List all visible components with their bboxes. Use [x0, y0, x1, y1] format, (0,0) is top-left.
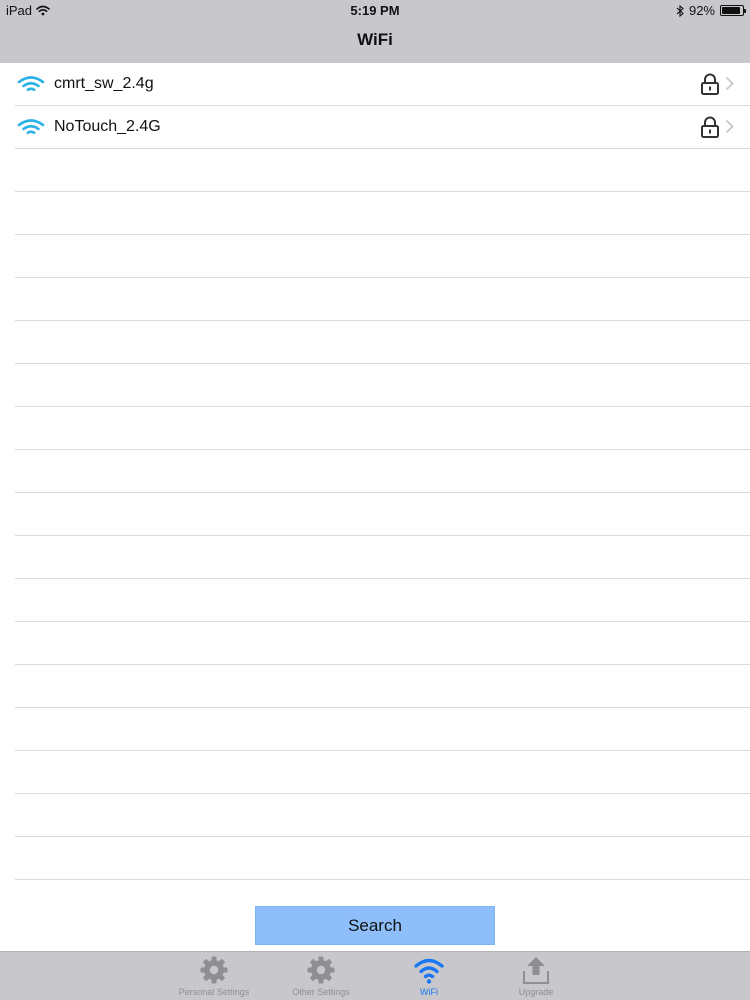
- tab-other-settings[interactable]: Other Settings: [271, 952, 371, 1000]
- empty-row: [15, 192, 750, 235]
- empty-row: [15, 751, 750, 794]
- tab-label: Other Settings: [292, 987, 350, 997]
- gear-icon: [307, 956, 335, 984]
- tab-upgrade[interactable]: Upgrade: [486, 952, 586, 1000]
- empty-row: [15, 450, 750, 493]
- empty-row: [15, 579, 750, 622]
- tab-personal-settings[interactable]: Personal Settings: [164, 952, 264, 1000]
- network-list: cmrt_sw_2.4g NoTouch_2.4G: [0, 63, 750, 880]
- chevron-right-icon: [725, 119, 734, 134]
- network-name: NoTouch_2.4G: [54, 118, 161, 135]
- empty-row: [15, 794, 750, 837]
- empty-rows: [0, 149, 750, 880]
- wifi-icon: [414, 958, 444, 984]
- empty-row: [15, 536, 750, 579]
- tab-label: Personal Settings: [178, 987, 250, 997]
- gear-icon: [200, 956, 228, 984]
- upload-icon: [523, 957, 549, 984]
- chevron-right-icon: [725, 76, 734, 91]
- wifi-screen: iPad 5:19 PM 92% WiFi cmrt_sw_2.4g NoTou…: [0, 0, 750, 1000]
- network-name: cmrt_sw_2.4g: [54, 75, 154, 92]
- battery-percent: 92%: [688, 3, 715, 18]
- header: iPad 5:19 PM 92% WiFi: [0, 0, 750, 63]
- lock-icon: [701, 73, 719, 95]
- network-row[interactable]: cmrt_sw_2.4g: [15, 63, 750, 106]
- tab-wifi[interactable]: WiFi: [379, 952, 479, 1000]
- empty-row: [15, 235, 750, 278]
- bluetooth-icon: [676, 4, 684, 17]
- empty-row: [15, 364, 750, 407]
- empty-row: [15, 622, 750, 665]
- wifi-icon: [17, 76, 45, 92]
- empty-row: [15, 278, 750, 321]
- empty-row: [15, 837, 750, 880]
- empty-row: [15, 708, 750, 751]
- battery-icon: [720, 5, 746, 16]
- battery-level: [722, 7, 741, 14]
- empty-row: [15, 321, 750, 364]
- status-bar: iPad 5:19 PM 92%: [0, 0, 750, 22]
- search-button[interactable]: Search: [255, 906, 495, 945]
- lock-icon: [701, 116, 719, 138]
- tab-bar: Personal Settings Other Settings WiFi Up…: [0, 951, 750, 1000]
- empty-row: [15, 493, 750, 536]
- wifi-icon: [17, 119, 45, 135]
- empty-row: [15, 407, 750, 450]
- tab-label: WiFi: [420, 987, 438, 997]
- empty-row: [15, 665, 750, 708]
- status-right: 92%: [676, 3, 746, 18]
- tab-label: Upgrade: [518, 987, 554, 997]
- empty-row: [15, 149, 750, 192]
- page-title: WiFi: [357, 30, 393, 49]
- network-row[interactable]: NoTouch_2.4G: [15, 106, 750, 149]
- status-time: 5:19 PM: [350, 3, 400, 18]
